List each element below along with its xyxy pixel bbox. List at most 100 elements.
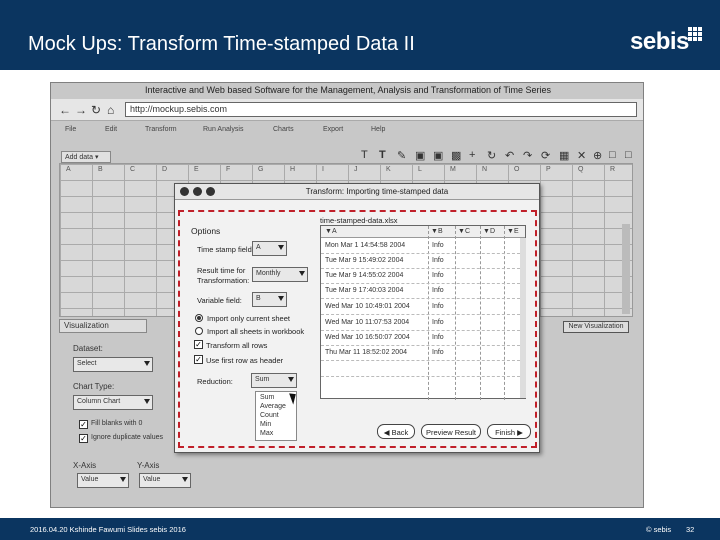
first-row-header-checkbox[interactable]: ✓ — [194, 355, 203, 364]
undo-icon[interactable]: ↶ — [505, 149, 514, 162]
table-cell: Wed Mar 10 11:07:53 2004 — [325, 319, 410, 326]
import-all-sheets-radio[interactable] — [195, 327, 203, 335]
finish-button[interactable]: Finish ▶ — [487, 424, 531, 439]
table-cell: Info — [432, 349, 444, 356]
image-icon[interactable]: ▣ — [415, 149, 425, 162]
table-cell: Info — [432, 272, 444, 279]
menu-charts[interactable]: Charts — [273, 126, 294, 133]
col-header: F — [226, 166, 231, 173]
reduction-option-min[interactable]: Min — [260, 421, 271, 428]
forward-arrow-icon[interactable]: → — [75, 103, 87, 117]
footer-text: 2016.04.20 Kshinde Fawumi Slides sebis 2… — [30, 525, 186, 534]
menu-edit[interactable]: Edit — [105, 126, 117, 133]
table-cell: Info — [432, 319, 444, 326]
sheet-tab[interactable]: Add data ▾ — [61, 151, 111, 163]
footer-copyright: © sebis — [646, 525, 672, 534]
lock-icon[interactable]: □ — [609, 149, 616, 161]
reduction-option-count[interactable]: Count — [260, 412, 279, 419]
col-header: R — [610, 166, 616, 173]
unlock-icon[interactable]: □ — [625, 149, 632, 161]
preview-result-button[interactable]: Preview Result — [421, 424, 481, 439]
col-header: E — [194, 166, 199, 173]
back-button[interactable]: ◀ Back — [377, 424, 415, 439]
ignore-duplicates-checkbox[interactable]: ✓ — [79, 434, 88, 443]
bold-icon[interactable]: T — [379, 149, 386, 161]
fill-blanks-checkbox[interactable]: ✓ — [79, 420, 88, 429]
y-axis-label: Y-Axis — [137, 461, 160, 470]
redo-icon[interactable]: ↷ — [523, 149, 532, 162]
dataset-select[interactable]: Select — [73, 357, 153, 372]
transformation-label: Transformation: — [197, 276, 250, 285]
transform-all-rows-label: Transform all rows — [206, 341, 268, 350]
col-header: N — [482, 166, 488, 173]
table-cell: Tue Mar 9 14:55:02 2004 — [325, 272, 404, 279]
import-current-sheet-radio[interactable] — [195, 314, 203, 322]
table-cell: Mon Mar 1 14:54:58 2004 — [325, 242, 406, 249]
reduction-option-sum[interactable]: Sum — [260, 394, 274, 401]
add-icon[interactable]: + — [469, 149, 475, 161]
slide-header: Mock Ups: Transform Time-stamped Data II… — [0, 0, 720, 70]
reduction-select[interactable]: Sum — [251, 373, 297, 388]
text-icon[interactable]: T — [361, 149, 368, 161]
table-scrollbar[interactable] — [520, 238, 526, 398]
col-header: B — [98, 166, 103, 173]
zoom-in-icon[interactable]: ⊕ — [593, 149, 602, 162]
reload-icon[interactable]: ↻ — [91, 103, 101, 117]
table-cell: Thu Mar 11 18:52:02 2004 — [325, 349, 407, 356]
menu-help[interactable]: Help — [371, 126, 385, 133]
preview-table: ▼A ▼B ▼C ▼D ▼E Mon Mar 1 14:54:58 2004 I… — [320, 225, 526, 400]
reduction-option-average[interactable]: Average — [260, 403, 286, 410]
url-field[interactable]: http://mockup.sebis.com — [125, 102, 637, 117]
file-name: time-stamped-data.xlsx — [320, 216, 398, 225]
menu-run-analysis[interactable]: Run Analysis — [203, 126, 243, 133]
refresh-icon[interactable]: ↻ — [487, 149, 496, 162]
col-header: H — [290, 166, 296, 173]
table-cell: Info — [432, 334, 444, 341]
x-axis-label: X-Axis — [73, 461, 97, 470]
col-header: M — [450, 166, 456, 173]
col-header: P — [546, 166, 551, 173]
dialog-titlebar: Transform: Importing time-stamped data — [175, 184, 539, 200]
save-icon[interactable]: ▩ — [451, 149, 461, 162]
options-label: Options — [191, 226, 221, 236]
home-icon[interactable]: ⌂ — [107, 103, 114, 117]
reduction-option-max[interactable]: Max — [260, 430, 273, 437]
image2-icon[interactable]: ▣ — [433, 149, 443, 162]
dialog-title: Transform: Importing time-stamped data — [305, 187, 449, 196]
col-header: Q — [578, 166, 584, 173]
table-cell: Wed Mar 10 10:49:01 2004 — [325, 303, 410, 310]
result-time-select[interactable]: Monthly — [252, 267, 308, 282]
visualization-header[interactable]: Visualization — [59, 319, 147, 333]
fill-blanks-label: Fill blanks with 0 — [91, 420, 143, 427]
menu-transform[interactable]: Transform — [145, 126, 177, 133]
variable-field-select[interactable]: B — [252, 292, 287, 307]
column-header: ▼B — [431, 228, 443, 235]
col-header: K — [386, 166, 391, 173]
table-cell: Info — [432, 242, 444, 249]
transform-dialog: Transform: Importing time-stamped data O… — [174, 183, 540, 453]
menu-bar: File Edit Transform Run Analysis Charts … — [51, 123, 643, 137]
y-axis-select[interactable]: Value — [139, 473, 191, 488]
reduction-label: Reduction: — [197, 377, 233, 386]
menu-export[interactable]: Export — [323, 126, 343, 133]
trash-icon[interactable]: ▦ — [559, 149, 569, 162]
table-cell: Tue Mar 9 15:49:02 2004 — [325, 257, 404, 264]
new-visualization-button[interactable]: New Visualization — [563, 321, 629, 333]
column-header: ▼C — [458, 228, 470, 235]
timestamp-field-label: Time stamp field: — [197, 245, 254, 254]
grid-scrollbar[interactable] — [622, 224, 630, 314]
col-header: L — [418, 166, 422, 173]
close-icon[interactable]: ✕ — [577, 149, 586, 162]
back-arrow-icon[interactable]: ← — [59, 103, 71, 117]
timestamp-field-select[interactable]: A — [252, 241, 287, 256]
transform-all-rows-checkbox[interactable]: ✓ — [194, 340, 203, 349]
x-axis-select[interactable]: Value — [77, 473, 129, 488]
rotate-icon[interactable]: ⟳ — [541, 149, 550, 162]
edit-icon[interactable]: ✎ — [397, 149, 406, 162]
sebis-logo: sebis — [630, 28, 689, 55]
col-header: D — [162, 166, 168, 173]
page-number: 32 — [686, 525, 695, 534]
col-header: C — [130, 166, 136, 173]
chart-type-select[interactable]: Column Chart — [73, 395, 153, 410]
menu-file[interactable]: File — [65, 126, 76, 133]
